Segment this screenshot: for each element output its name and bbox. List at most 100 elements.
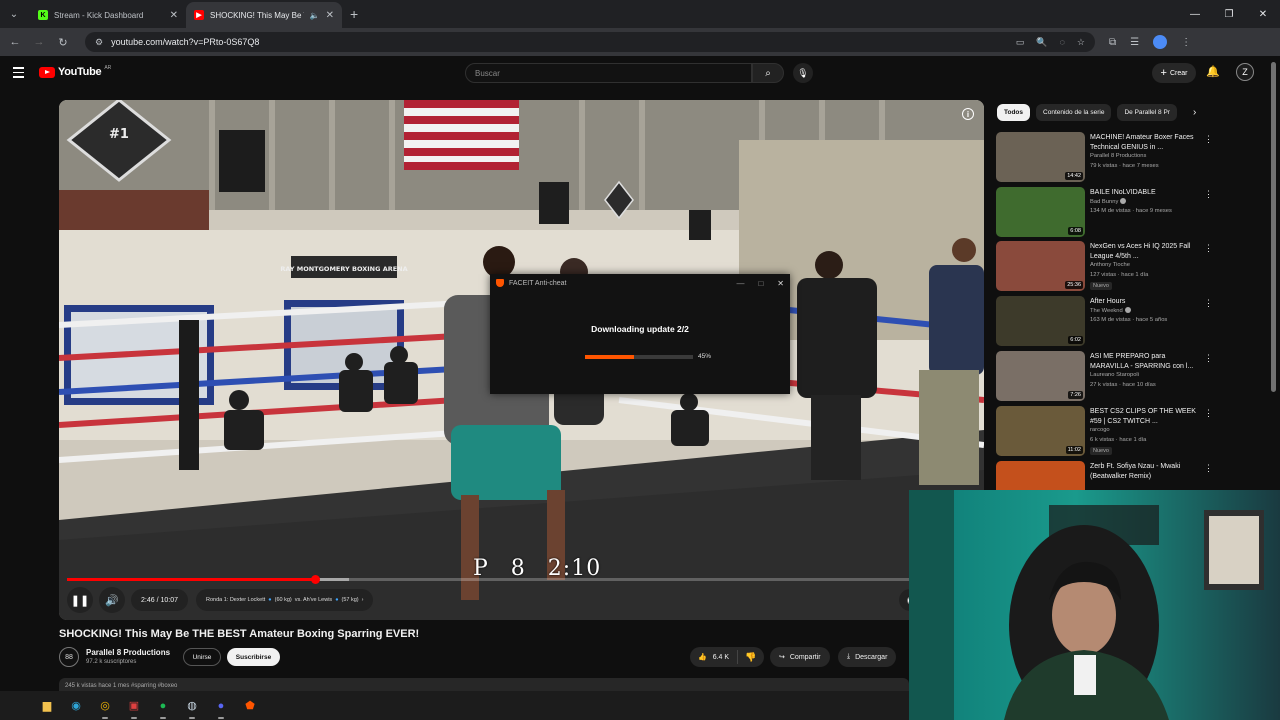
minimize-icon[interactable]: — <box>1178 9 1212 20</box>
profile-avatar[interactable] <box>1153 35 1168 49</box>
video-progress-bar[interactable] <box>67 575 976 584</box>
more-options-icon[interactable]: ⋮ <box>1204 353 1213 364</box>
discord-icon[interactable]: ● <box>211 696 231 719</box>
eye-off-icon[interactable]: ◌ <box>1060 37 1065 48</box>
tab-kick-dashboard[interactable]: K Stream - Kick Dashboard ✕ <box>30 2 186 28</box>
more-options-icon[interactable]: ⋮ <box>1204 463 1213 474</box>
reading-list-icon[interactable]: ☰ <box>1130 37 1139 48</box>
page-scrollbar[interactable] <box>1271 62 1276 392</box>
channel-avatar[interactable]: 88 <box>59 647 79 667</box>
video-thumbnail[interactable]: 25:36 <box>996 241 1085 291</box>
like-button[interactable]: 👍 6.4 K <box>690 650 738 664</box>
close-window-icon[interactable]: ✕ <box>1246 9 1280 20</box>
recommendation-channel[interactable]: The Weeknd <box>1090 307 1131 314</box>
recommendation-channel[interactable]: Parallel 8 Productions <box>1090 153 1146 159</box>
recommendation-item[interactable]: 6:02 After Hours The Weeknd 163 M de vistas… <box>996 296 1216 346</box>
back-icon[interactable]: ← <box>3 36 27 48</box>
minimize-icon[interactable]: — <box>736 279 744 288</box>
forward-icon[interactable]: → <box>27 36 51 48</box>
faceit-status-message: Downloading update 2/2 <box>591 324 689 334</box>
duration-badge: 11:02 <box>1065 446 1083 454</box>
recommendation-channel[interactable]: Laureano Staropoli <box>1090 372 1139 378</box>
site-info-icon[interactable]: ⚙ <box>95 37 103 48</box>
recommendation-item[interactable]: 11:02 BEST CS2 CLIPS OF THE WEEK #59 | CS… <box>996 406 1216 456</box>
spotify-icon[interactable]: ● <box>153 696 173 719</box>
recommendation-title[interactable]: BEST CS2 CLIPS OF THE WEEK #59 | CS2 TWI… <box>1090 407 1200 426</box>
video-thumbnail[interactable]: 7:26 <box>996 351 1085 401</box>
like-dislike-group: 👍 6.4 K 👎 <box>690 647 764 667</box>
tab-search-icon[interactable]: ⌄ <box>4 4 24 24</box>
recommendation-item[interactable]: 25:36 NexGen vs Aces Hi IQ 2025 Fall Leag… <box>996 241 1216 291</box>
menu-icon[interactable] <box>13 67 24 81</box>
subscribe-button[interactable]: Suscribirse <box>227 648 280 666</box>
video-thumbnail[interactable]: 14:42 <box>996 132 1085 182</box>
video-thumbnail[interactable]: 11:02 <box>996 406 1085 456</box>
share-button[interactable]: ↪ Compartir <box>770 647 830 667</box>
download-button[interactable]: ⤓ Descargar <box>838 647 897 667</box>
file-explorer-icon[interactable]: ▆ <box>37 696 57 716</box>
info-icon[interactable]: i <box>962 108 974 120</box>
recommendation-channel[interactable]: rarcogo <box>1090 427 1110 433</box>
tab-audio-icon[interactable]: 🔈 <box>310 11 320 20</box>
channel-name[interactable]: Parallel 8 Productions <box>86 648 170 657</box>
close-icon[interactable]: ✕ <box>777 279 784 288</box>
cast-icon[interactable]: ▭ <box>1016 37 1025 48</box>
more-options-icon[interactable]: ⋮ <box>1204 243 1213 254</box>
chapter-button[interactable]: Ronda 1: Dexter Lockett ● (60 kg) vs. Ah… <box>195 589 374 611</box>
voice-search-button[interactable]: 🎙 <box>793 63 813 83</box>
create-button[interactable]: + Crear <box>1152 63 1196 83</box>
more-options-icon[interactable]: ⋮ <box>1204 134 1213 145</box>
recommendation-title[interactable]: NexGen vs Aces Hi IQ 2025 Fall League 4/… <box>1090 242 1200 261</box>
description-box[interactable]: 245 k vistas hace 1 mes #sparring #boxeo <box>59 678 909 692</box>
volume-button[interactable]: 🔊 <box>99 587 125 613</box>
extensions-area: ⧉ ☰ ⋮ <box>1109 35 1191 49</box>
chevron-right-icon[interactable]: › <box>1193 107 1196 118</box>
chrome-icon[interactable]: ◎ <box>95 696 115 719</box>
zoom-icon[interactable]: 🔍 <box>1036 37 1047 48</box>
steam-icon[interactable]: ◍ <box>182 696 202 719</box>
restore-icon[interactable]: ❐ <box>1212 9 1246 20</box>
windows-start-icon[interactable] <box>11 697 28 714</box>
bookmark-star-icon[interactable]: ☆ <box>1077 37 1085 48</box>
tab-youtube-video[interactable]: ▶ SHOCKING! This May Be Th 🔈 ✕ <box>186 2 342 28</box>
join-button[interactable]: Unirse <box>183 648 221 666</box>
chip-series[interactable]: Contenido de la serie <box>1036 104 1112 121</box>
edge-icon[interactable]: ◉ <box>66 696 86 716</box>
close-tab-icon[interactable]: ✕ <box>170 10 178 21</box>
share-label: Compartir <box>789 653 821 661</box>
youtube-logo[interactable]: YouTube AR <box>39 65 111 78</box>
more-options-icon[interactable]: ⋮ <box>1204 408 1213 419</box>
browser-menu-icon[interactable]: ⋮ <box>1181 37 1191 48</box>
app-icon[interactable]: ▣ <box>124 696 144 719</box>
recommendation-title[interactable]: ASI ME PREPARO para MARAVILLA - SPARRING… <box>1090 352 1200 371</box>
search-input[interactable]: Buscar <box>465 63 752 83</box>
chip-channel[interactable]: De Parallel 8 Pr <box>1117 104 1177 121</box>
recommendation-item[interactable]: 7:26 ASI ME PREPARO para MARAVILLA - SPAR… <box>996 351 1216 401</box>
recommendation-channel[interactable]: Bad Bunny <box>1090 198 1127 205</box>
maximize-icon[interactable]: □ <box>758 279 763 288</box>
recommendation-title[interactable]: After Hours <box>1090 297 1200 307</box>
reload-icon[interactable]: ↻ <box>51 36 75 49</box>
recommendation-item[interactable]: 6:08 BAILE INoLVIDABLE Bad Bunny 134 M de v… <box>996 187 1216 237</box>
extensions-icon[interactable]: ⧉ <box>1109 37 1116 48</box>
more-options-icon[interactable]: ⋮ <box>1204 189 1213 200</box>
recommendation-title[interactable]: BAILE INoLVIDABLE <box>1090 188 1200 198</box>
video-thumbnail[interactable]: 6:02 <box>996 296 1085 346</box>
recommendation-channel[interactable]: Anthony Tioche <box>1090 262 1130 268</box>
notifications-icon[interactable]: 🔔 <box>1206 65 1220 78</box>
video-thumbnail[interactable]: 6:08 <box>996 187 1085 237</box>
recommendation-item[interactable]: 14:42 MACHINE! Amateur Boxer Faces Techni… <box>996 132 1216 182</box>
more-options-icon[interactable]: ⋮ <box>1204 298 1213 309</box>
close-tab-icon[interactable]: ✕ <box>326 10 334 21</box>
address-bar[interactable]: ⚙ youtube.com/watch?v=PRto-0S67Q8 ▭ 🔍 ◌ … <box>85 32 1095 52</box>
duration-badge: 25:36 <box>1065 281 1083 289</box>
search-button[interactable]: ⌕ <box>752 63 784 83</box>
pause-button[interactable]: ❚❚ <box>67 587 93 613</box>
recommendation-title[interactable]: MACHINE! Amateur Boxer Faces Technical G… <box>1090 133 1200 152</box>
account-avatar[interactable]: Z <box>1236 63 1254 81</box>
dislike-button[interactable]: 👎 <box>738 652 764 663</box>
new-tab-icon[interactable]: + <box>350 6 358 22</box>
chip-todos[interactable]: Todos <box>997 104 1031 121</box>
recommendation-title[interactable]: Zerb Ft. Sofiya Nzau - Mwaki (Beatwalker… <box>1090 462 1200 481</box>
faceit-icon[interactable]: ⬟ <box>240 696 260 716</box>
